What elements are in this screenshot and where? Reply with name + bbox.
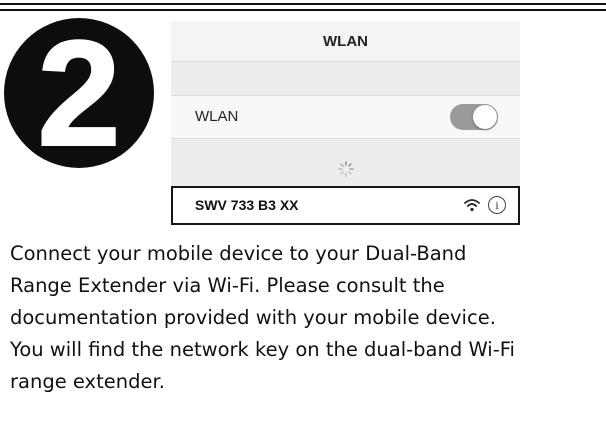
- instruction-line: Connect your mobile device to your Dual-…: [10, 242, 467, 265]
- instruction-text: Connect your mobile device to your Dual-…: [10, 238, 600, 398]
- toggle-knob: [473, 105, 497, 129]
- instruction-line: documentation provided with your mobile …: [10, 306, 496, 329]
- step-number: 2: [36, 9, 121, 177]
- nav-title: WLAN: [323, 32, 368, 50]
- network-name: SWV 733 B3 XX: [195, 197, 299, 213]
- nav-bar: WLAN: [171, 21, 520, 62]
- wlan-label: WLAN: [195, 108, 239, 125]
- instruction-line: Range Extender via Wi-Fi. Please consult…: [10, 274, 445, 297]
- wlan-toggle-row[interactable]: WLAN: [171, 95, 520, 139]
- step-number-badge: 2: [4, 9, 154, 177]
- phone-wlan-screen: WLAN WLAN SWV 733 B3 XX i: [171, 21, 520, 225]
- instruction-line: You will find the network key on the dua…: [10, 338, 515, 361]
- instruction-line: range extender.: [10, 370, 165, 393]
- wlan-toggle-switch[interactable]: [450, 104, 498, 130]
- wifi-icon: [464, 199, 480, 212]
- info-icon[interactable]: i: [488, 196, 506, 214]
- info-glyph: i: [495, 197, 499, 212]
- top-rule: [0, 3, 606, 5]
- loading-spinner-icon: [338, 161, 354, 177]
- network-list-item[interactable]: SWV 733 B3 XX i: [171, 186, 520, 225]
